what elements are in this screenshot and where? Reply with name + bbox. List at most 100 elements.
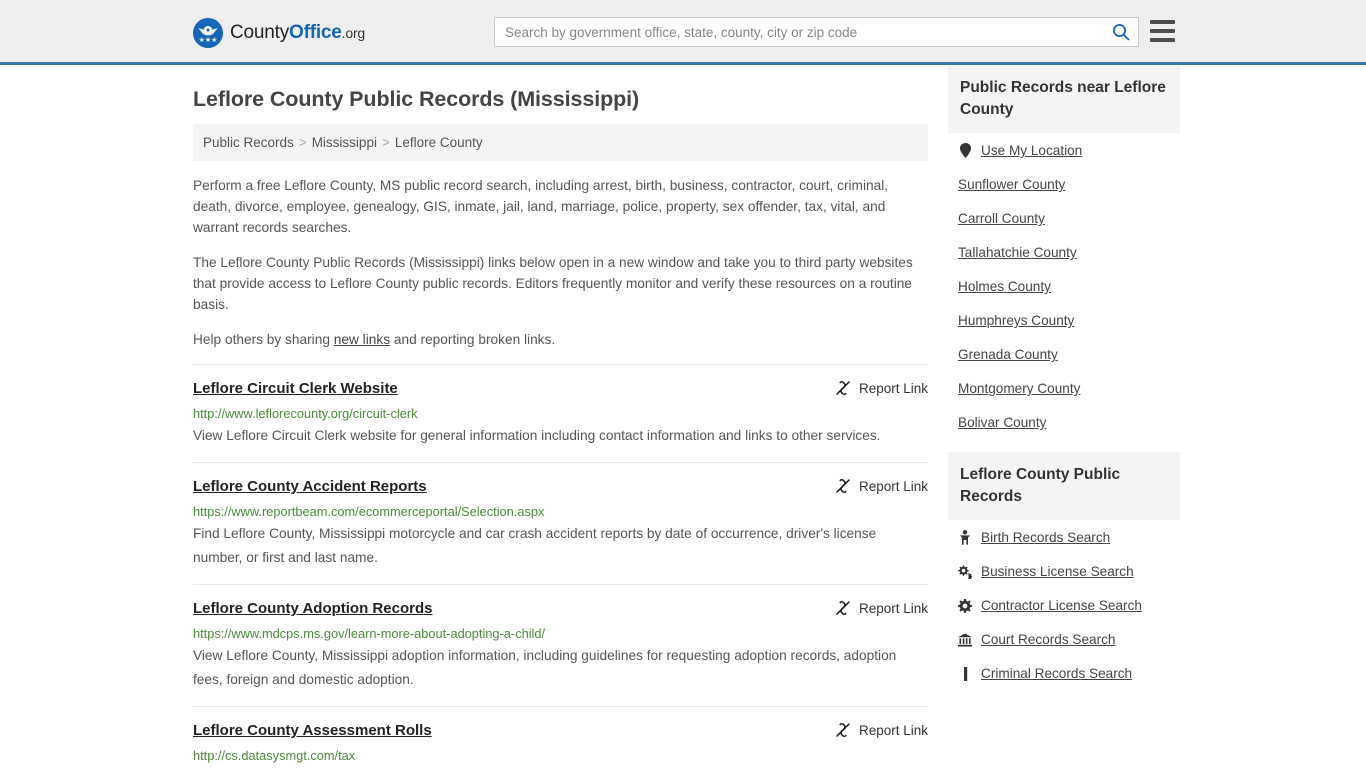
nearby-records-heading: Public Records near Leflore County <box>948 65 1180 133</box>
sidebar-link-label[interactable]: Business License Search <box>981 564 1134 579</box>
cog-icon <box>958 598 972 613</box>
sidebar-link-label[interactable]: Criminal Records Search <box>981 666 1132 681</box>
gavel-icon <box>958 666 972 681</box>
hamburger-bar <box>1150 20 1175 24</box>
sidebar-link-label[interactable]: Grenada County <box>958 347 1058 362</box>
brand-part-org: .org <box>341 25 366 41</box>
result-description: Find Leflore County, Mississippi motorcy… <box>193 526 877 565</box>
result-title-link[interactable]: Leflore Circuit Clerk Website <box>193 379 398 399</box>
report-link-button[interactable]: Report Link <box>835 722 928 738</box>
breadcrumb-item-mississippi[interactable]: Mississippi <box>312 135 377 150</box>
sidebar-link-label[interactable]: Carroll County <box>958 211 1045 226</box>
intro-p3-before: Help others by sharing <box>193 332 334 347</box>
result-description: View Leflore County, Mississippi adoptio… <box>193 648 897 687</box>
sidebar-item-humphreys-county[interactable]: Humphreys County <box>958 313 1180 328</box>
county-records-heading: Leflore County Public Records <box>948 452 1180 520</box>
sidebar-link-label[interactable]: Humphreys County <box>958 313 1074 328</box>
report-link-label: Report Link <box>858 380 928 396</box>
cogs-icon <box>958 564 972 579</box>
result-title-link[interactable]: Leflore County Adoption Records <box>193 599 432 619</box>
intro-paragraph-2: The Leflore County Public Records (Missi… <box>193 255 913 312</box>
result-url[interactable]: https://www.mdcps.ms.gov/learn-more-abou… <box>193 626 928 642</box>
breadcrumb: Public Records > Mississippi > Leflore Count… <box>193 124 928 161</box>
search-input[interactable] <box>495 18 1104 46</box>
nearby-records-list: Use My Location Sunflower County Carroll… <box>948 133 1180 430</box>
broken-link-icon <box>836 601 850 615</box>
baby-icon <box>958 530 972 545</box>
breadcrumb-separator: > <box>381 135 390 150</box>
sidebar-link-label[interactable]: Sunflower County <box>958 177 1065 192</box>
search-bar[interactable] <box>494 17 1139 47</box>
sidebar-item-use-my-location[interactable]: Use My Location <box>958 143 1180 158</box>
breadcrumb-separator: > <box>298 135 307 150</box>
new-links-link[interactable]: new links <box>334 332 390 347</box>
site-logo-text: CountyOffice.org <box>230 22 365 44</box>
result-title-link[interactable]: Leflore County Assessment Rolls <box>193 721 432 741</box>
intro-paragraph-3: Help others by sharing new links and rep… <box>193 329 928 350</box>
countyoffice-emblem-icon: ★★★ <box>193 18 223 48</box>
result-item: Leflore County Assessment Rolls Report L… <box>193 706 928 768</box>
result-item: Leflore County Adoption Records Report L… <box>193 584 928 706</box>
search-button[interactable] <box>1104 18 1138 46</box>
intro-p3-after: and reporting broken links. <box>390 332 556 347</box>
broken-link-icon <box>836 479 850 493</box>
result-url[interactable]: http://cs.datasysmgt.com/tax <box>193 748 928 764</box>
page-body: Leflore County Public Records (Mississip… <box>0 65 1366 768</box>
bank-icon <box>958 632 972 647</box>
breadcrumb-item-leflore-county[interactable]: Leflore County <box>395 135 483 150</box>
result-description: View Leflore Circuit Clerk website for g… <box>193 428 881 443</box>
sidebar-item-montgomery-county[interactable]: Montgomery County <box>958 381 1180 396</box>
brand-part-county: County <box>230 22 290 43</box>
result-url[interactable]: http://www.leflorecounty.org/circuit-cle… <box>193 406 928 422</box>
sidebar-item-business-license-search[interactable]: Business License Search <box>958 564 1180 579</box>
sidebar-link-label[interactable]: Montgomery County <box>958 381 1080 396</box>
result-url[interactable]: https://www.reportbeam.com/ecommerceport… <box>193 504 928 520</box>
sidebar: Public Records near Leflore County Use M… <box>948 65 1180 768</box>
broken-link-icon <box>836 381 850 395</box>
report-link-button[interactable]: Report Link <box>835 478 928 494</box>
broken-link-icon <box>836 723 850 737</box>
menu-button[interactable] <box>1150 20 1175 42</box>
report-link-label: Report Link <box>858 600 928 616</box>
intro-paragraph-1: Perform a free Leflore County, MS public… <box>193 178 889 235</box>
brand-part-office: Office <box>289 22 342 43</box>
sidebar-link-label[interactable]: Bolivar County <box>958 415 1046 430</box>
hamburger-bar <box>1150 38 1175 42</box>
sidebar-link-label[interactable]: Tallahatchie County <box>958 245 1077 260</box>
report-link-button[interactable]: Report Link <box>835 380 928 396</box>
county-records-box: Leflore County Public Records Birth Reco… <box>948 452 1180 681</box>
main-content: Leflore County Public Records (Mississip… <box>193 65 928 768</box>
result-title-link[interactable]: Leflore County Accident Reports <box>193 477 427 497</box>
sidebar-item-birth-records-search[interactable]: Birth Records Search <box>958 530 1180 545</box>
sidebar-item-criminal-records-search[interactable]: Criminal Records Search <box>958 666 1180 681</box>
county-records-list: Birth Records Search Business License Se… <box>948 520 1180 681</box>
search-icon <box>1113 24 1130 41</box>
hamburger-bar <box>1150 29 1175 33</box>
sidebar-item-bolivar-county[interactable]: Bolivar County <box>958 415 1180 430</box>
site-header: ★★★ CountyOffice.org <box>0 0 1366 65</box>
sidebar-item-grenada-county[interactable]: Grenada County <box>958 347 1180 362</box>
eagle-icon <box>198 26 218 36</box>
report-link-label: Report Link <box>858 478 928 494</box>
sidebar-link-label[interactable]: Birth Records Search <box>981 530 1110 545</box>
breadcrumb-item-public-records[interactable]: Public Records <box>203 135 294 150</box>
sidebar-link-label[interactable]: Court Records Search <box>981 632 1115 647</box>
report-link-button[interactable]: Report Link <box>835 600 928 616</box>
report-link-label: Report Link <box>858 722 928 738</box>
stars-icon: ★★★ <box>198 37 218 44</box>
sidebar-link-label[interactable]: Contractor License Search <box>981 598 1142 613</box>
sidebar-item-contractor-license-search[interactable]: Contractor License Search <box>958 598 1180 613</box>
sidebar-link-label[interactable]: Holmes County <box>958 279 1051 294</box>
sidebar-item-carroll-county[interactable]: Carroll County <box>958 211 1180 226</box>
result-item: Leflore County Accident Reports Report L… <box>193 462 928 584</box>
result-item: Leflore Circuit Clerk Website Report Lin… <box>193 364 928 462</box>
sidebar-item-court-records-search[interactable]: Court Records Search <box>958 632 1180 647</box>
sidebar-item-sunflower-county[interactable]: Sunflower County <box>958 177 1180 192</box>
page-title: Leflore County Public Records (Mississip… <box>193 87 640 111</box>
sidebar-item-holmes-county[interactable]: Holmes County <box>958 279 1180 294</box>
intro-text: Perform a free Leflore County, MS public… <box>193 175 928 350</box>
site-logo[interactable]: ★★★ CountyOffice.org <box>193 18 365 48</box>
sidebar-link-label[interactable]: Use My Location <box>981 143 1082 158</box>
sidebar-item-tallahatchie-county[interactable]: Tallahatchie County <box>958 245 1180 260</box>
nearby-records-box: Public Records near Leflore County Use M… <box>948 65 1180 430</box>
